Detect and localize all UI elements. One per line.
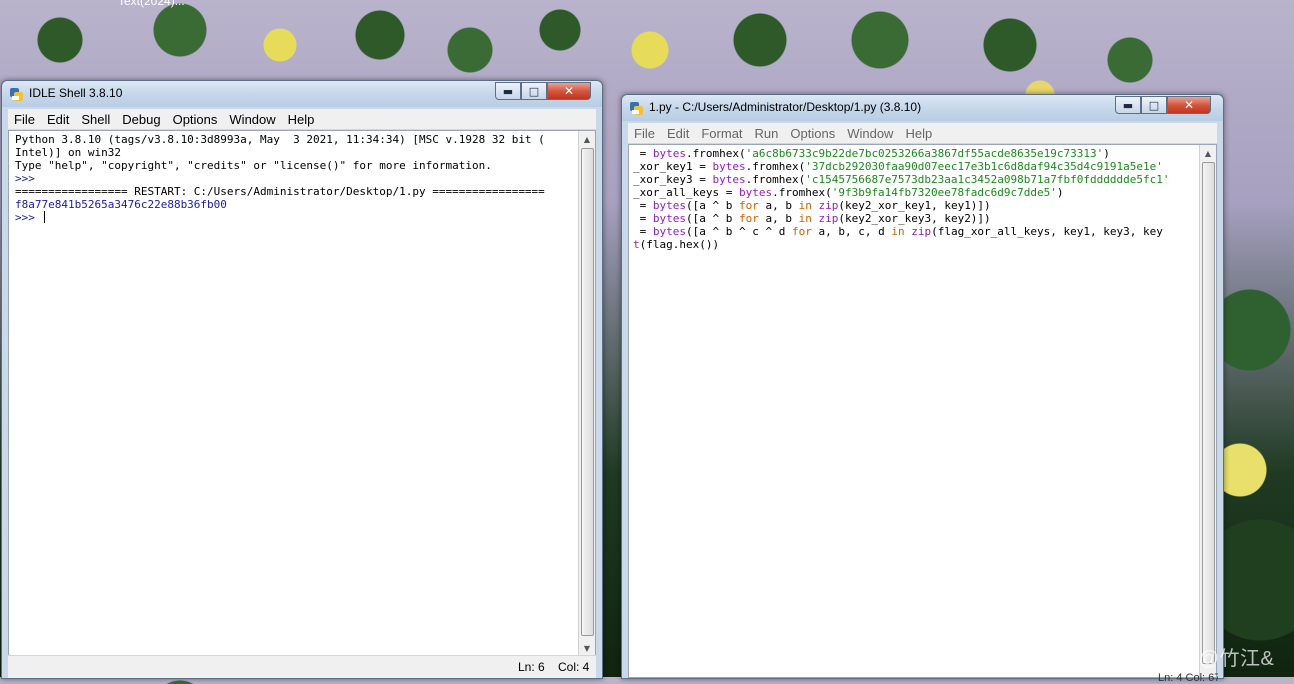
editor-titlebar[interactable]: 1.py - C:/Users/Administrator/Desktop/1.… — [622, 95, 1223, 121]
shell-titlebar[interactable]: IDLE Shell 3.8.10 ▬ □ ✕ — [2, 81, 602, 107]
shell-line-banner-3: Type "help", "copyright", "credits" or "… — [15, 159, 492, 172]
shell-close-button[interactable]: ✕ — [547, 82, 591, 100]
editor-maximize-button[interactable]: □ — [1141, 96, 1167, 114]
editor-menu-format[interactable]: Format — [695, 126, 748, 141]
editor-menu-run[interactable]: Run — [749, 126, 785, 141]
editor-menubar: File Edit Format Run Options Window Help — [628, 123, 1217, 143]
editor-scroll-thumb[interactable] — [1202, 162, 1215, 664]
shell-prompt-current: >>> — [15, 211, 42, 224]
code-line-2: _xor_key1 = bytes.fromhex('37dcb292030fa… — [633, 160, 1163, 173]
code-line-7: = bytes([a ^ b ^ c ^ d for a, b, c, d in… — [633, 225, 1163, 238]
editor-status-partial: Ln: 4 Col: 67 — [1158, 672, 1218, 684]
shell-output-hash: f8a77e841b5265a3476c22e88b36fb00 — [15, 198, 227, 211]
editor-minimize-button[interactable]: ▬ — [1115, 96, 1141, 114]
shell-window-title: IDLE Shell 3.8.10 — [29, 86, 123, 100]
editor-scroll-up-arrow-icon[interactable]: ▲ — [1200, 145, 1216, 161]
shell-line-banner-2: Intel)] on win32 — [15, 146, 121, 159]
shell-prompt: >>> — [15, 172, 42, 185]
editor-code: = bytes.fromhex('a6c8b6733c9b22de7bc0253… — [629, 145, 1216, 251]
shell-menu-shell[interactable]: Shell — [75, 112, 116, 127]
editor-menu-window[interactable]: Window — [841, 126, 899, 141]
shell-line-banner-1: Python 3.8.10 (tags/v3.8.10:3d8993a, May… — [15, 133, 545, 146]
shell-text-area[interactable]: Python 3.8.10 (tags/v3.8.10:3d8993a, May… — [8, 130, 596, 657]
shell-statusbar: Ln: 6 Col: 4 — [8, 655, 596, 678]
editor-close-button[interactable]: ✕ — [1167, 96, 1211, 114]
python-app-icon — [10, 88, 23, 101]
editor-menu-help[interactable]: Help — [899, 126, 938, 141]
editor-menu-options[interactable]: Options — [784, 126, 841, 141]
idle-shell-window[interactable]: IDLE Shell 3.8.10 ▬ □ ✕ File Edit Shell … — [1, 80, 603, 679]
code-line-8: t(flag.hex()) — [633, 238, 720, 251]
code-line-4: _xor_all_keys = bytes.fromhex('9f3b9fa14… — [633, 186, 1064, 199]
desktop-partial-label: Text(2024)... — [118, 0, 185, 8]
editor-vertical-scrollbar[interactable]: ▲ — [1199, 145, 1216, 677]
code-line-3: _xor_key3 = bytes.fromhex('c1545756687e7… — [633, 173, 1170, 186]
code-line-5: = bytes([a ^ b for a, b in zip(key2_xor_… — [633, 199, 991, 212]
shell-scroll-thumb[interactable] — [581, 148, 594, 636]
shell-menu-debug[interactable]: Debug — [116, 112, 166, 127]
editor-window-title: 1.py - C:/Users/Administrator/Desktop/1.… — [649, 100, 922, 114]
editor-window[interactable]: 1.py - C:/Users/Administrator/Desktop/1.… — [621, 94, 1224, 684]
csdn-watermark: CSDN @竹江& — [1134, 648, 1275, 670]
editor-text-area[interactable]: = bytes.fromhex('a6c8b6733c9b22de7bc0253… — [628, 144, 1217, 678]
scroll-down-arrow-icon[interactable]: ▼ — [579, 640, 595, 656]
code-line-1: = bytes.fromhex('a6c8b6733c9b22de7bc0253… — [633, 147, 1110, 160]
shell-restart-line: ================= RESTART: C:/Users/Admi… — [15, 185, 545, 198]
text-cursor — [43, 211, 45, 223]
shell-menu-options[interactable]: Options — [167, 112, 224, 127]
shell-menubar: File Edit Shell Debug Options Window Hel… — [8, 109, 596, 129]
code-line-6: = bytes([a ^ b for a, b in zip(key2_xor_… — [633, 212, 991, 225]
shell-minimize-button[interactable]: ▬ — [495, 82, 521, 100]
shell-menu-file[interactable]: File — [8, 112, 41, 127]
editor-menu-edit[interactable]: Edit — [661, 126, 695, 141]
shell-menu-window[interactable]: Window — [223, 112, 281, 127]
editor-menu-file[interactable]: File — [628, 126, 661, 141]
shell-status-line: Ln: 6 — [518, 660, 545, 674]
python-file-icon — [630, 102, 643, 115]
shell-output: Python 3.8.10 (tags/v3.8.10:3d8993a, May… — [9, 131, 595, 224]
shell-status-col: Col: 4 — [558, 660, 590, 674]
scroll-up-arrow-icon[interactable]: ▲ — [579, 131, 595, 147]
shell-menu-help[interactable]: Help — [282, 112, 321, 127]
shell-maximize-button[interactable]: □ — [521, 82, 547, 100]
shell-vertical-scrollbar[interactable]: ▲ ▼ — [578, 131, 595, 656]
shell-menu-edit[interactable]: Edit — [41, 112, 75, 127]
